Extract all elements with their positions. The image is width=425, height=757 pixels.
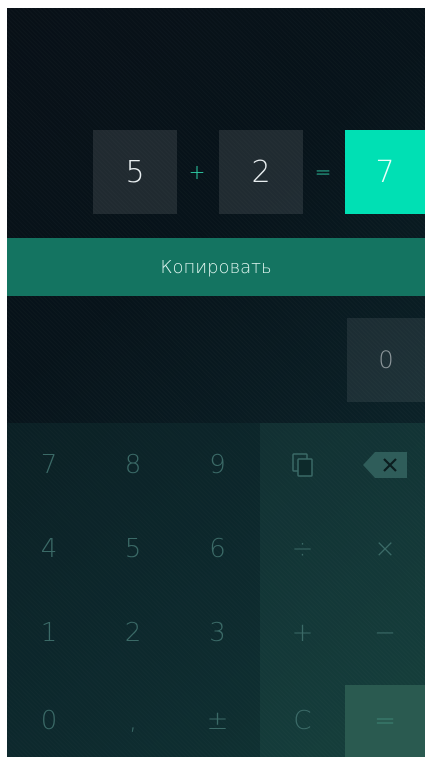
key-clear[interactable]: C: [260, 685, 345, 757]
keypad: 7 8 9 4 5 6 ÷ × 1 2 3 + − 0 , ± C =: [7, 423, 425, 757]
key-7[interactable]: 7: [7, 423, 91, 507]
backspace-button[interactable]: [345, 423, 425, 507]
key-1[interactable]: 1: [7, 591, 91, 675]
last-calculation: 5 + 2 = 7: [7, 130, 425, 214]
display-value: 0: [347, 318, 425, 402]
key-minus[interactable]: −: [345, 591, 425, 675]
paste-button[interactable]: [260, 423, 345, 507]
operand-2[interactable]: 2: [219, 130, 303, 214]
key-plus[interactable]: +: [260, 591, 345, 675]
key-4[interactable]: 4: [7, 507, 91, 591]
copy-button[interactable]: Копировать: [7, 238, 425, 296]
key-2[interactable]: 2: [91, 591, 175, 675]
result-value[interactable]: 7: [345, 130, 425, 214]
key-decimal-comma[interactable]: ,: [91, 685, 175, 757]
copy-button-label: Копировать: [160, 256, 272, 278]
key-equals[interactable]: =: [345, 685, 425, 757]
key-9[interactable]: 9: [175, 423, 260, 507]
operand-1[interactable]: 5: [93, 130, 177, 214]
key-3[interactable]: 3: [175, 591, 260, 675]
equals-sign: =: [314, 160, 332, 184]
key-plus-minus[interactable]: ±: [175, 685, 260, 757]
paste-icon: [291, 452, 315, 478]
backspace-icon: [363, 452, 407, 478]
key-divide[interactable]: ÷: [260, 507, 345, 591]
key-0[interactable]: 0: [7, 685, 91, 757]
key-5[interactable]: 5: [91, 507, 175, 591]
key-multiply[interactable]: ×: [345, 507, 425, 591]
calculator-screen: 5 + 2 = 7 Копировать 0 7 8 9 4 5 6 ÷ × 1…: [7, 8, 425, 757]
key-8[interactable]: 8: [91, 423, 175, 507]
key-6[interactable]: 6: [175, 507, 260, 591]
operator-sign: +: [188, 160, 206, 184]
